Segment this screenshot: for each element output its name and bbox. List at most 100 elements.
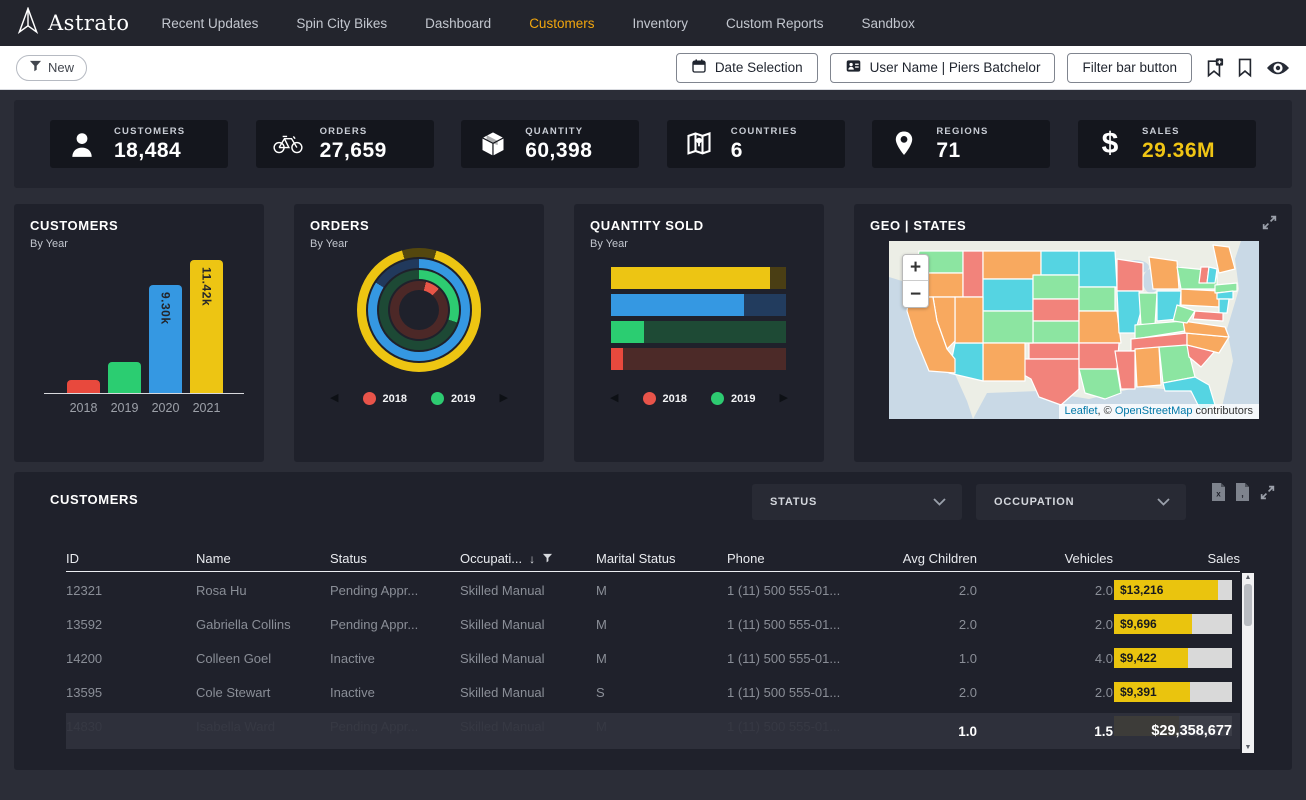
state-IA[interactable] bbox=[1079, 287, 1115, 311]
bookmark-icon[interactable] bbox=[1236, 57, 1254, 78]
new-filter-button[interactable]: New bbox=[16, 55, 87, 81]
state-MO[interactable] bbox=[1079, 311, 1121, 343]
nav-item-inventory[interactable]: Inventory bbox=[632, 16, 688, 31]
bar-2020[interactable]: 9.30k bbox=[149, 285, 182, 393]
state-NE[interactable] bbox=[1033, 299, 1079, 321]
state-WY[interactable] bbox=[983, 279, 1033, 311]
legend-prev-icon[interactable]: ◀ bbox=[330, 393, 338, 404]
bar-2019[interactable] bbox=[108, 362, 141, 393]
state-IN[interactable] bbox=[1139, 293, 1157, 325]
state-CO[interactable] bbox=[983, 311, 1033, 343]
legend-dot bbox=[711, 392, 724, 405]
expand-icon[interactable] bbox=[1259, 484, 1276, 506]
occupation-filter-dropdown[interactable]: OCCUPATION bbox=[976, 484, 1186, 520]
col-header-vehicles[interactable]: Vehicles bbox=[977, 551, 1113, 566]
state-MD[interactable] bbox=[1193, 311, 1223, 321]
col-header-occupation[interactable]: Occupati... ↓ bbox=[460, 551, 596, 566]
scroll-down-icon[interactable]: ▼ bbox=[1242, 743, 1254, 753]
leaflet-link[interactable]: Leaflet bbox=[1065, 405, 1098, 417]
state-CT[interactable] bbox=[1217, 291, 1233, 299]
hbar-2019[interactable] bbox=[611, 321, 786, 343]
scroll-up-icon[interactable]: ▲ bbox=[1242, 573, 1254, 583]
zoom-in-button[interactable]: + bbox=[903, 255, 928, 281]
dashboard-content: CUSTOMERS 18,484 ORDERS 27,659 QUANTITY … bbox=[0, 90, 1306, 770]
filter-toolbar: New Date Selection User Name | Piers Bat… bbox=[0, 46, 1306, 90]
column-filter-icon[interactable] bbox=[542, 551, 553, 566]
state-AL[interactable] bbox=[1135, 347, 1161, 387]
legend-prev-icon[interactable]: ◀ bbox=[610, 393, 618, 404]
nav-item-spin-city-bikes[interactable]: Spin City Bikes bbox=[296, 16, 387, 31]
kpi-value: 18,484 bbox=[114, 139, 185, 163]
state-NM[interactable] bbox=[983, 343, 1025, 381]
state-PA[interactable] bbox=[1181, 289, 1219, 307]
col-header-id[interactable]: ID bbox=[66, 551, 196, 566]
hbar-2021[interactable] bbox=[611, 267, 786, 289]
state-SD[interactable] bbox=[1033, 275, 1079, 299]
nav-item-dashboard[interactable]: Dashboard bbox=[425, 16, 491, 31]
legend-next-icon[interactable]: ▶ bbox=[779, 393, 787, 404]
nav-item-recent-updates[interactable]: Recent Updates bbox=[162, 16, 259, 31]
col-header-phone[interactable]: Phone bbox=[727, 551, 877, 566]
hbar-2018[interactable] bbox=[611, 348, 786, 370]
state-MT[interactable] bbox=[983, 251, 1041, 279]
state-NJ[interactable] bbox=[1219, 299, 1229, 313]
export-document-icon[interactable]: , bbox=[1235, 483, 1250, 506]
state-AR[interactable] bbox=[1079, 343, 1119, 369]
state-ID[interactable] bbox=[963, 251, 983, 297]
chart-title: GEO | STATES bbox=[870, 218, 966, 233]
dollar-icon: $ bbox=[1094, 129, 1126, 159]
bicycle-icon bbox=[272, 132, 304, 156]
legend-next-icon[interactable]: ▶ bbox=[499, 393, 507, 404]
table-row[interactable]: 14200Colleen GoelInactiveSkilled ManualM… bbox=[66, 641, 1240, 675]
state-KS[interactable] bbox=[1033, 321, 1079, 343]
nav-menu: Recent Updates Spin City Bikes Dashboard… bbox=[162, 16, 915, 31]
state-ND[interactable] bbox=[1041, 251, 1079, 275]
user-name-button[interactable]: User Name | Piers Batchelor bbox=[830, 53, 1056, 83]
bar-2021[interactable]: 11.42k bbox=[190, 260, 223, 393]
status-filter-dropdown[interactable]: STATUS bbox=[752, 484, 962, 520]
legend-item-2019[interactable]: 2019 bbox=[711, 392, 755, 405]
state-MI[interactable] bbox=[1149, 257, 1179, 289]
expand-icon[interactable] bbox=[1261, 214, 1278, 236]
radial-progress-rings[interactable] bbox=[357, 248, 481, 372]
person-icon bbox=[66, 130, 98, 158]
state-WI[interactable] bbox=[1117, 259, 1143, 291]
state-UT[interactable] bbox=[955, 297, 983, 343]
col-header-status[interactable]: Status bbox=[330, 551, 460, 566]
table-body: 12321Rosa HuPending Appr...Skilled Manua… bbox=[66, 573, 1240, 753]
legend-item-2019[interactable]: 2019 bbox=[431, 392, 475, 405]
legend-item-2018[interactable]: 2018 bbox=[643, 392, 687, 405]
leaflet-map[interactable]: + − Leaflet, © OpenStreetMap contributor… bbox=[889, 241, 1259, 419]
table-scrollbar[interactable]: ▲ ▼ bbox=[1242, 573, 1254, 753]
sort-desc-icon[interactable]: ↓ bbox=[529, 552, 535, 566]
table-row[interactable]: 12321Rosa HuPending Appr...Skilled Manua… bbox=[66, 573, 1240, 607]
table-row[interactable]: 13592Gabriella CollinsPending Appr...Ski… bbox=[66, 607, 1240, 641]
bar-2018[interactable] bbox=[67, 380, 100, 393]
sales-bar: $9,422 bbox=[1114, 648, 1232, 668]
kpi-label: COUNTRIES bbox=[731, 126, 798, 137]
col-header-marital[interactable]: Marital Status bbox=[596, 551, 727, 566]
legend-item-2018[interactable]: 2018 bbox=[363, 392, 407, 405]
nav-item-custom-reports[interactable]: Custom Reports bbox=[726, 16, 824, 31]
nav-item-sandbox[interactable]: Sandbox bbox=[862, 16, 915, 31]
scrollbar-thumb[interactable] bbox=[1244, 584, 1252, 626]
hbar-2020[interactable] bbox=[611, 294, 786, 316]
zoom-out-button[interactable]: − bbox=[903, 281, 928, 307]
col-header-sales[interactable]: Sales bbox=[1113, 551, 1240, 566]
date-selection-button[interactable]: Date Selection bbox=[676, 53, 818, 83]
svg-text:x: x bbox=[1216, 490, 1221, 499]
state-OK[interactable] bbox=[1029, 343, 1079, 359]
state-MN[interactable] bbox=[1079, 251, 1117, 287]
eye-icon[interactable] bbox=[1266, 59, 1290, 77]
geo-states-panel: GEO | STATES + − Leaflet, © OpenStreetMa… bbox=[854, 204, 1292, 462]
bookmark-add-icon[interactable] bbox=[1204, 57, 1224, 78]
filter-bar-button[interactable]: Filter bar button bbox=[1067, 53, 1192, 83]
nav-item-customers[interactable]: Customers bbox=[529, 16, 594, 31]
astrato-logo[interactable]: Astrato bbox=[16, 7, 130, 39]
export-excel-icon[interactable]: x bbox=[1211, 483, 1226, 506]
col-header-children[interactable]: Avg Children bbox=[877, 551, 977, 566]
table-row[interactable]: 13595Cole StewartInactiveSkilled ManualS… bbox=[66, 675, 1240, 709]
state-NH[interactable] bbox=[1207, 267, 1217, 283]
openstreetmap-link[interactable]: OpenStreetMap bbox=[1115, 405, 1193, 417]
col-header-name[interactable]: Name bbox=[196, 551, 330, 566]
